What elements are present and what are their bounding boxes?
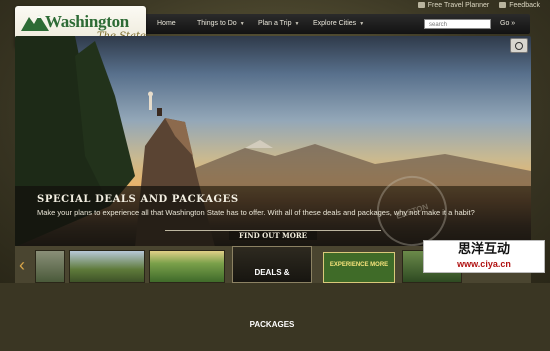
watermark-url: www.ciya.cn xyxy=(457,259,511,269)
watermark-cn-text: 思洋互动 xyxy=(457,242,510,257)
carousel-thumb[interactable] xyxy=(35,250,65,283)
deals-packages-thumb[interactable]: DEALS & PACKAGES xyxy=(232,246,312,329)
feedback-icon xyxy=(499,2,507,8)
chevron-down-icon: ▼ xyxy=(239,21,245,27)
nav-things-to-do[interactable]: Things to Do ▼ xyxy=(197,14,245,34)
hero-banner: EASTON SPECIAL DEALS AND PACKAGES Make y… xyxy=(15,36,531,247)
feedback-link[interactable]: Feedback xyxy=(499,2,540,9)
search-go-button[interactable]: Go » xyxy=(500,14,515,34)
carousel-prev-arrow-icon[interactable]: ‹ xyxy=(19,256,25,274)
main-nav: Home Things to Do ▼ Plan a Trip ▼ Explore … xyxy=(145,14,530,34)
travel-planner-link[interactable]: Free Travel Planner xyxy=(417,2,489,9)
promo-title: SPECIAL DEALS AND PACKAGES xyxy=(37,194,239,205)
chevron-down-icon: ▼ xyxy=(359,21,365,27)
chevron-down-icon: ▼ xyxy=(294,21,300,27)
promo-description: Make your plans to experience all that W… xyxy=(37,208,475,217)
nav-home[interactable]: Home xyxy=(157,14,176,34)
carousel-thumb[interactable] xyxy=(149,250,225,283)
planner-icon xyxy=(417,2,425,8)
find-out-more-link[interactable]: FIND OUT MORE xyxy=(229,231,317,240)
camera-icon[interactable] xyxy=(510,38,528,53)
utility-bar: Free Travel Planner Feedback xyxy=(417,0,540,10)
nav-explore-cities[interactable]: Explore Cities ▼ xyxy=(313,14,364,34)
carousel-thumb[interactable] xyxy=(69,250,145,283)
search-input[interactable]: search xyxy=(424,19,491,29)
nav-plan-a-trip[interactable]: Plan a Trip ▼ xyxy=(258,14,299,34)
experience-more-thumb[interactable]: EXPERIENCE MORE xyxy=(323,252,395,283)
logo-wordmark: Washington xyxy=(45,12,129,31)
watermark-box: 思洋互动 www.ciya.cn xyxy=(423,240,545,273)
